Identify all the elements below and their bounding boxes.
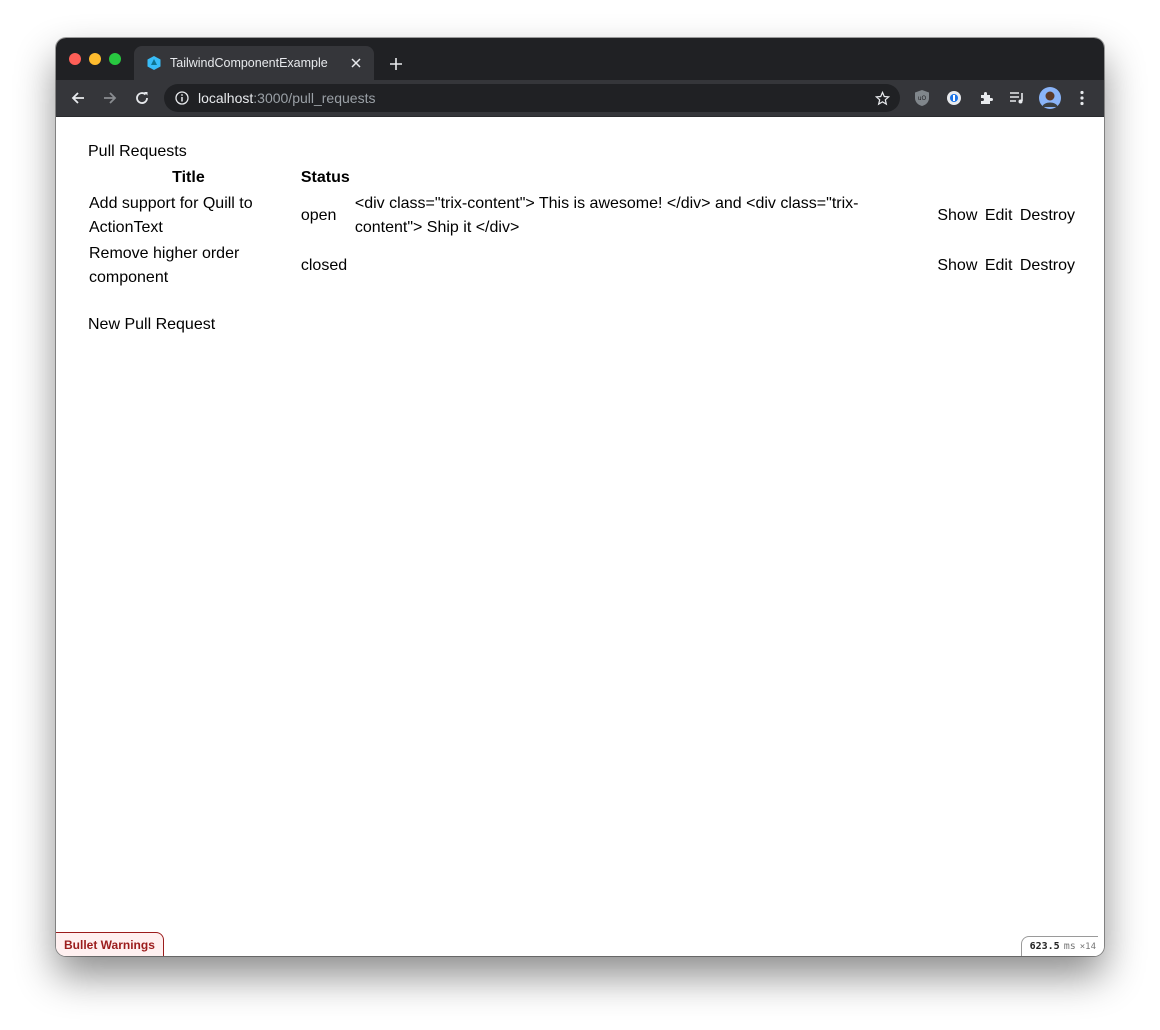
pr-body	[354, 241, 934, 291]
new-tab-icon[interactable]	[386, 54, 406, 74]
info-icon[interactable]	[174, 90, 190, 106]
page-title: Pull Requests	[88, 143, 187, 160]
puzzle-extensions-icon[interactable]	[977, 89, 995, 107]
show-link[interactable]: Show	[937, 257, 977, 274]
ublock-icon[interactable]: uO	[913, 89, 931, 107]
profiler-badge[interactable]: 623.5 ms ×14	[1020, 936, 1098, 956]
star-icon[interactable]	[874, 90, 890, 106]
svg-text:uO: uO	[918, 95, 927, 102]
back-arrow-icon[interactable]	[68, 88, 88, 108]
browser-window: TailwindComponentExample localhost:3000/…	[56, 38, 1104, 956]
address-bar[interactable]: localhost:3000/pull_requests	[164, 84, 900, 112]
profiler-count: ×14	[1079, 941, 1096, 952]
page-content: Pull Requests Title Status Add support f…	[56, 117, 1104, 956]
close-tab-icon[interactable]	[348, 55, 364, 71]
pull-requests-table: Title Status Add support for Quill to Ac…	[88, 165, 1076, 291]
pr-body: <div class="trix-content"> This is aweso…	[354, 195, 859, 236]
pr-title: Remove higher order component	[89, 245, 240, 286]
table-row: Remove higher order component closed Sho…	[88, 241, 1076, 291]
reload-icon[interactable]	[132, 88, 152, 108]
pr-status: open	[300, 207, 337, 224]
column-header-actions	[933, 165, 1076, 191]
column-header-body	[354, 165, 934, 191]
pr-actions: Show Edit Destroy	[933, 241, 1076, 291]
profiler-unit: ms	[1063, 941, 1076, 952]
tab-active[interactable]: TailwindComponentExample	[134, 46, 374, 80]
tab-strip: TailwindComponentExample	[56, 38, 1104, 80]
close-window-button[interactable]	[69, 53, 81, 65]
column-header-status: Status	[300, 169, 350, 186]
destroy-link[interactable]: Destroy	[1020, 207, 1075, 224]
profiler-time: 623.5	[1029, 941, 1060, 952]
forward-arrow-icon[interactable]	[100, 88, 120, 108]
pr-title: Add support for Quill to ActionText	[89, 195, 253, 236]
edit-link[interactable]: Edit	[985, 207, 1013, 224]
url-host: localhost	[198, 90, 254, 106]
show-link[interactable]: Show	[937, 207, 977, 224]
tab-title: TailwindComponentExample	[170, 56, 328, 70]
minimize-window-button[interactable]	[89, 53, 101, 65]
site-favicon-icon	[146, 55, 162, 71]
profile-avatar[interactable]	[1039, 87, 1061, 109]
table-row: Add support for Quill to ActionText open…	[88, 191, 1076, 241]
maximize-window-button[interactable]	[109, 53, 121, 65]
pr-actions: Show Edit Destroy	[933, 191, 1076, 241]
column-header-title: Title	[172, 169, 205, 186]
table-header-row: Title Status	[88, 165, 1076, 191]
destroy-link[interactable]: Destroy	[1020, 257, 1075, 274]
url-text: localhost:3000/pull_requests	[198, 90, 375, 106]
media-queue-icon[interactable]	[1008, 89, 1026, 107]
pr-status: closed	[300, 257, 348, 274]
password-manager-icon[interactable]	[945, 89, 963, 107]
url-path: :3000/pull_requests	[253, 90, 376, 106]
kebab-menu-icon[interactable]	[1073, 89, 1091, 107]
browser-toolbar: localhost:3000/pull_requests uO	[56, 80, 1104, 117]
new-pull-request-link[interactable]: New Pull Request	[88, 316, 215, 334]
edit-link[interactable]: Edit	[985, 257, 1013, 274]
bullet-warnings-badge[interactable]: Bullet Warnings	[56, 932, 164, 956]
